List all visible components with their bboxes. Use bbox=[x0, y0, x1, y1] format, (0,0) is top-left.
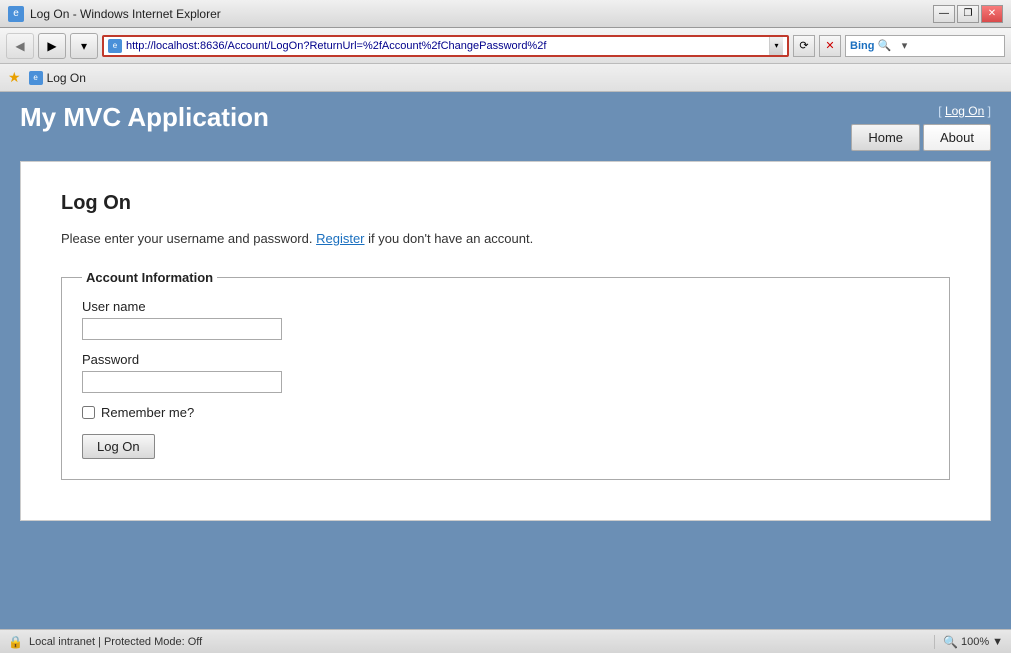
refresh-button[interactable]: ⟳ bbox=[793, 35, 815, 57]
remember-me-checkbox[interactable] bbox=[82, 406, 95, 419]
search-dropdown[interactable]: ▾ bbox=[894, 36, 914, 56]
address-bar-container: e http://localhost:8636/Account/LogOn?Re… bbox=[102, 35, 841, 57]
favorites-bar: ★ e Log On bbox=[0, 64, 1011, 92]
browser-content: My MVC Application [ Log On ] Home About… bbox=[0, 92, 1011, 629]
minimize-button[interactable]: — bbox=[933, 5, 955, 23]
status-icon: 🔒 bbox=[8, 635, 23, 649]
logon-submit-button[interactable]: Log On bbox=[82, 434, 155, 459]
search-bar[interactable]: Bing 🔍 ▾ bbox=[845, 35, 1005, 57]
password-group: Password bbox=[82, 352, 929, 393]
favorites-item-label: Log On bbox=[47, 71, 86, 85]
logon-link-area: [ Log On ] bbox=[851, 102, 991, 118]
about-nav-button[interactable]: About bbox=[923, 124, 991, 151]
address-dropdown[interactable]: ▾ bbox=[769, 37, 783, 55]
password-label: Password bbox=[82, 352, 929, 367]
window-title: Log On - Windows Internet Explorer bbox=[30, 7, 221, 21]
stop-button[interactable]: ✕ bbox=[819, 35, 841, 57]
bing-logo: Bing bbox=[850, 40, 874, 52]
logon-desc-text: Please enter your username and password. bbox=[61, 231, 316, 246]
main-content: Log On Please enter your username and pa… bbox=[0, 151, 1011, 541]
content-box: Log On Please enter your username and pa… bbox=[20, 161, 991, 521]
favorites-star[interactable]: ★ bbox=[8, 69, 21, 86]
logon-prefix: [ bbox=[938, 104, 945, 118]
status-right: 🔍 100% ▼ bbox=[934, 635, 1003, 649]
remember-me-label: Remember me? bbox=[101, 405, 194, 420]
logon-description: Please enter your username and password.… bbox=[61, 231, 950, 246]
zoom-area: 🔍 100% ▼ bbox=[934, 635, 1003, 649]
recent-pages-button[interactable]: ▾ bbox=[70, 33, 98, 59]
nav-buttons: Home About bbox=[851, 124, 991, 151]
password-input[interactable] bbox=[82, 371, 282, 393]
back-button[interactable]: ◀ bbox=[6, 33, 34, 59]
header-right: [ Log On ] Home About bbox=[851, 102, 991, 151]
logon-suffix: ] bbox=[984, 104, 991, 118]
search-button[interactable]: 🔍 bbox=[874, 36, 894, 56]
home-nav-button[interactable]: Home bbox=[851, 124, 920, 151]
remember-me-group: Remember me? bbox=[82, 405, 929, 420]
logon-title: Log On bbox=[61, 192, 950, 215]
app-header: My MVC Application [ Log On ] Home About bbox=[0, 92, 1011, 151]
header-logon-link[interactable]: Log On bbox=[945, 104, 984, 118]
status-bar: 🔒 Local intranet | Protected Mode: Off 🔍… bbox=[0, 629, 1011, 653]
username-input[interactable] bbox=[82, 318, 282, 340]
nav-toolbar: ◀ ▶ ▾ e http://localhost:8636/Account/Lo… bbox=[0, 28, 1011, 64]
zoom-arrow[interactable]: ▼ bbox=[992, 636, 1003, 648]
favorites-item-logon[interactable]: e Log On bbox=[29, 71, 86, 85]
username-label: User name bbox=[82, 299, 929, 314]
status-text: Local intranet | Protected Mode: Off bbox=[29, 636, 202, 648]
app-title: My MVC Application bbox=[20, 102, 269, 143]
status-left: 🔒 Local intranet | Protected Mode: Off bbox=[8, 635, 202, 649]
forward-button[interactable]: ▶ bbox=[38, 33, 66, 59]
title-bar: e Log On - Windows Internet Explorer — ❐… bbox=[0, 0, 1011, 28]
close-button[interactable]: ✕ bbox=[981, 5, 1003, 23]
zoom-text: 100% bbox=[961, 636, 989, 648]
browser-icon: e bbox=[8, 6, 24, 22]
fieldset-legend: Account Information bbox=[82, 270, 217, 285]
register-link[interactable]: Register bbox=[316, 231, 364, 246]
zoom-icon: 🔍 bbox=[943, 635, 958, 649]
restore-button[interactable]: ❐ bbox=[957, 5, 979, 23]
address-bar[interactable]: e http://localhost:8636/Account/LogOn?Re… bbox=[102, 35, 789, 57]
account-info-fieldset: Account Information User name Password R… bbox=[61, 270, 950, 480]
window-controls: — ❐ ✕ bbox=[933, 5, 1003, 23]
username-group: User name bbox=[82, 299, 929, 340]
logon-desc-suffix: if you don't have an account. bbox=[365, 231, 534, 246]
favorites-item-icon: e bbox=[29, 71, 43, 85]
address-text: http://localhost:8636/Account/LogOn?Retu… bbox=[126, 40, 765, 52]
page-icon: e bbox=[108, 39, 122, 53]
